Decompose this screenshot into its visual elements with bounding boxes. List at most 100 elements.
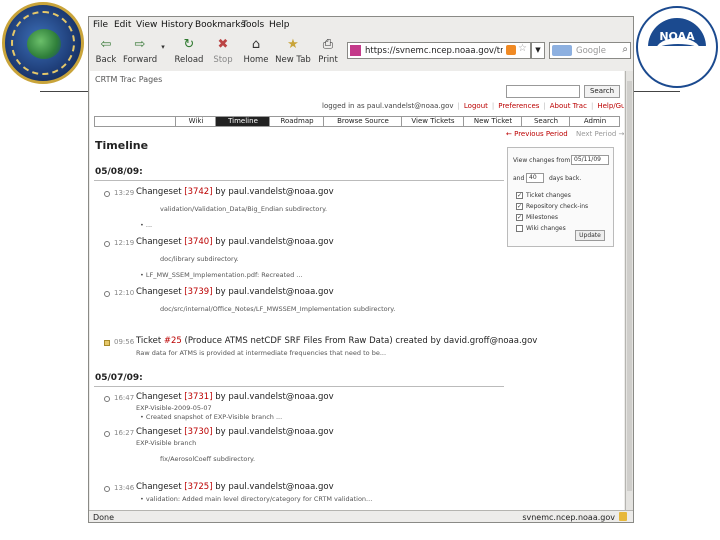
changeset-number[interactable]: [3739] [184,287,212,297]
search-icon[interactable]: ⌕ [622,44,628,55]
menu-help[interactable]: Help [269,20,290,30]
menu-tools[interactable]: Tools [242,20,264,30]
site-favicon-icon [350,45,361,56]
forward-history-dropdown[interactable]: ▾ [159,43,167,51]
event-description-item: • Created snapshot of EXP-Visible branch… [140,413,283,421]
web-search-box[interactable]: Google ⌕ [549,42,631,59]
trac-search-input[interactable] [506,85,580,98]
days-back-input[interactable]: 40 [526,173,544,183]
tab-roadmap[interactable]: Roadmap [269,117,324,126]
event-kind: Changeset [136,287,185,297]
update-button[interactable]: Update [575,230,605,241]
repository-checkins-label: Repository check-ins [526,203,589,210]
event-time: 12:19 [114,239,135,247]
stop-icon: ✖ [217,37,229,52]
changeset-title-link[interactable]: Changeset [3730] by paul.vandelst@noaa.g… [136,427,334,437]
menu-view[interactable]: View [136,20,157,30]
menu-bookmarks[interactable]: Bookmarks [195,20,245,30]
previous-period-link[interactable]: ← Previous Period [506,130,568,138]
project-title: CRTM Trac Pages [95,75,163,84]
menu-edit[interactable]: Edit [114,20,131,30]
repository-checkins-checkbox[interactable]: ✓ [516,203,523,210]
event-author: by paul.vandelst@noaa.gov [212,237,334,247]
changeset-icon [104,291,110,297]
trac-search-button[interactable]: Search [584,85,620,98]
next-period-link[interactable]: Next Period → [576,130,624,138]
page-content: CRTM Trac Pages Search logged in as paul… [90,71,624,510]
globe-icon [27,29,61,59]
logout-link[interactable]: Logout [464,102,488,110]
tab-view-tickets[interactable]: View Tickets [401,117,464,126]
stop-button[interactable]: ✖ Stop [209,37,237,65]
printer-icon: ⎙ [322,37,334,52]
slide-rule-right [634,91,680,92]
tab-admin[interactable]: Admin [569,117,620,126]
search-engine-icon[interactable] [552,45,572,56]
changeset-number[interactable]: [3740] [184,237,212,247]
changeset-number[interactable]: [3731] [184,392,212,402]
lock-icon[interactable] [619,512,627,521]
forward-label: Forward [123,55,158,65]
date-divider [94,386,504,387]
scrollbar-thumb[interactable] [627,81,632,491]
changeset-title-link[interactable]: Changeset [3740] by paul.vandelst@noaa.g… [136,237,334,247]
period-navigation: ← Previous Period Next Period → [506,130,624,138]
reload-icon: ↻ [183,37,195,52]
about-trac-link[interactable]: About Trac [550,102,587,110]
ticket-changes-label: Ticket changes [526,192,571,199]
home-button[interactable]: ⌂ Home [241,37,271,65]
vertical-scrollbar[interactable] [625,71,633,510]
stop-label: Stop [213,55,233,65]
wiki-changes-checkbox[interactable] [516,225,523,232]
from-date-input[interactable]: 05/11/09 [571,155,609,165]
tab-browse-source[interactable]: Browse Source [323,117,402,126]
main-navigation: Wiki Timeline Roadmap Browse Source View… [94,116,620,127]
changeset-number[interactable]: [3725] [184,482,212,492]
forward-button[interactable]: ⇨ Forward [123,37,157,65]
changeset-title-link[interactable]: Changeset [3731] by paul.vandelst@noaa.g… [136,392,334,402]
back-arrow-icon: ⇦ [100,37,112,52]
changeset-number[interactable]: [3730] [184,427,212,437]
ticket-number[interactable]: #25 [164,336,182,346]
rss-feed-icon[interactable] [506,45,516,55]
tab-timeline[interactable]: Timeline [215,117,270,126]
event-description: doc/library subdirectory. [160,255,239,263]
new-tab-button[interactable]: ★ New Tab [275,37,311,65]
tab-search[interactable]: Search [521,117,570,126]
tab-new-ticket[interactable]: New Ticket [463,117,522,126]
days-back-label: days back. [549,175,582,182]
help-guide-link[interactable]: Help/Guide [597,102,624,110]
changeset-title-link[interactable]: Changeset [3739] by paul.vandelst@noaa.g… [136,287,334,297]
date-divider [94,180,504,181]
event-kind: Changeset [136,237,185,247]
event-time: 13:29 [114,189,135,197]
navigation-toolbar: ⇦ Back ⇨ Forward ▾ ↻ Reload ✖ Stop ⌂ Hom… [89,35,633,69]
menu-history[interactable]: History [161,20,193,30]
event-time: 16:47 [114,394,135,402]
event-description-item: • ... [140,221,153,229]
address-history-dropdown[interactable]: ▼ [531,42,545,59]
event-time: 16:27 [114,429,135,437]
event-description: • validation: Added main level directory… [140,495,373,503]
ticket-title-link[interactable]: Ticket #25 (Produce ATMS netCDF SRF File… [136,336,537,346]
ticket-changes-checkbox[interactable]: ✓ [516,192,523,199]
changeset-number[interactable]: [3742] [184,187,212,197]
changeset-icon [104,486,110,492]
and-label: and [513,175,525,182]
event-author: by paul.vandelst@noaa.gov [212,287,334,297]
milestones-checkbox[interactable]: ✓ [516,214,523,221]
event-kind: Ticket [136,336,164,346]
back-button[interactable]: ⇦ Back [93,37,119,65]
slide-rule-left [40,91,88,92]
address-bar[interactable]: https://svnemc.ncep.noaa.gov/trac/crtm ☆ [347,42,531,59]
print-button[interactable]: ⎙ Print [315,37,341,65]
back-label: Back [95,55,117,65]
preferences-link[interactable]: Preferences [498,102,539,110]
changeset-title-link[interactable]: Changeset [3725] by paul.vandelst@noaa.g… [136,482,334,492]
changeset-icon [104,431,110,437]
changeset-title-link[interactable]: Changeset [3742] by paul.vandelst@noaa.g… [136,187,334,197]
bookmark-star-icon[interactable]: ☆ [518,43,527,54]
menu-file[interactable]: File [93,20,108,30]
reload-button[interactable]: ↻ Reload [173,37,205,65]
tab-wiki[interactable]: Wiki [175,117,216,126]
